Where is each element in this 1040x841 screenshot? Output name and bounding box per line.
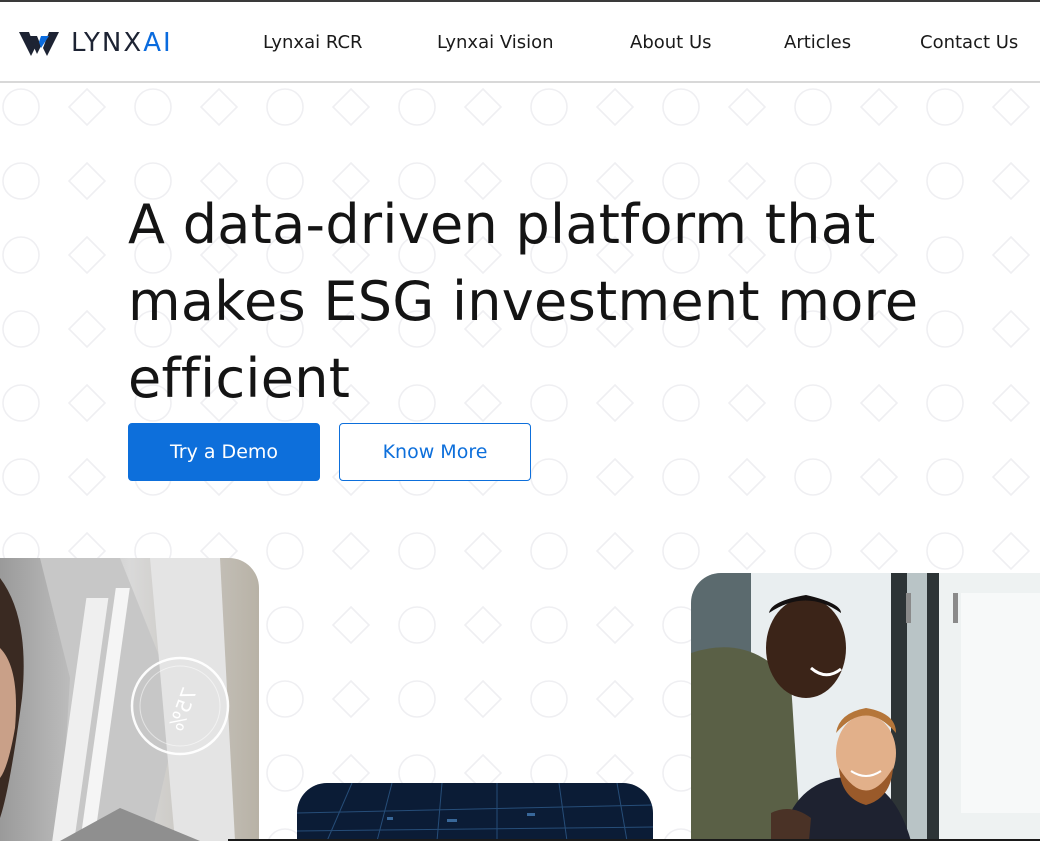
try-demo-button[interactable]: Try a Demo xyxy=(128,423,320,481)
nav-articles[interactable]: Articles xyxy=(784,30,851,56)
hero-photo-data-grid xyxy=(297,783,653,841)
nav-about-us[interactable]: About Us xyxy=(630,30,712,56)
site-header: LYNXAI Lynxai RCR Lynxai Vision About Us… xyxy=(0,2,1040,83)
hero-title-line-2: makes ESG investment more xyxy=(128,270,919,333)
hero-title: A data-driven platform that makes ESG in… xyxy=(128,186,1008,417)
know-more-button[interactable]: Know More xyxy=(339,423,531,481)
nav-contact-us[interactable]: Contact Us xyxy=(920,30,1018,56)
hero-photo-woman-gauge: 75% xyxy=(0,558,259,841)
hero-title-line-1: A data-driven platform that xyxy=(128,193,876,256)
nav-lynxai-rcr[interactable]: Lynxai RCR xyxy=(263,30,363,56)
nav-lynxai-vision[interactable]: Lynxai Vision xyxy=(437,30,554,56)
main-nav: Lynxai RCR Lynxai Vision About Us Articl… xyxy=(0,30,1040,56)
hero-title-line-3: efficient xyxy=(128,347,351,410)
hero-photo-colleagues xyxy=(691,573,1040,841)
